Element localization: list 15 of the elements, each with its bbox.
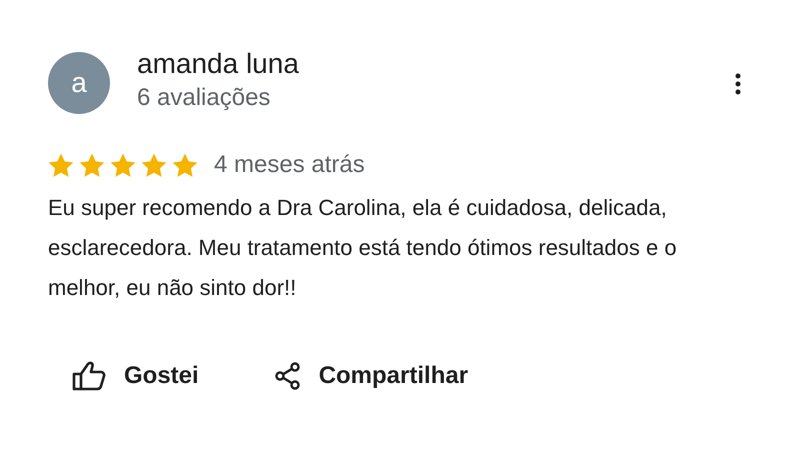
review-count: 6 avaliações bbox=[137, 83, 272, 113]
thumbs-up-icon bbox=[72, 361, 106, 391]
share-button[interactable]: Compartilhar bbox=[274, 358, 468, 394]
review-text: Eu super recomendo a Dra Carolina, ela é cuidadosa, delicada, esclarecedora. Meu tratamento está tendo ótimos resultados e o melhor, eu não sinto dor!! bbox=[48, 194, 678, 302]
share-icon bbox=[274, 362, 301, 390]
star-icon bbox=[141, 152, 167, 178]
star-icon bbox=[48, 152, 74, 178]
star-icon bbox=[110, 152, 136, 178]
star-icon bbox=[79, 152, 105, 178]
more-options-icon[interactable] bbox=[735, 73, 741, 95]
star-icon bbox=[172, 152, 198, 178]
like-button[interactable]: Gostei bbox=[72, 358, 199, 394]
author-name[interactable]: amanda luna bbox=[137, 48, 299, 80]
review-time: 4 meses atrás bbox=[214, 150, 365, 180]
avatar: a bbox=[48, 52, 110, 114]
